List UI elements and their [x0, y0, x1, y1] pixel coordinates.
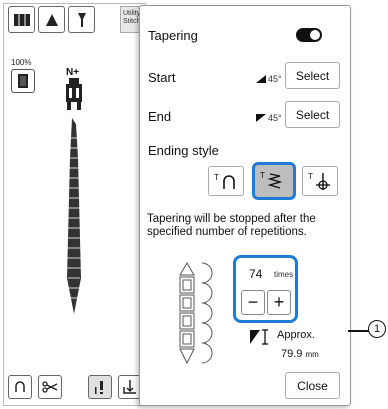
- end-angle: 45°: [256, 113, 282, 123]
- svg-text:T: T: [260, 171, 265, 180]
- start-select-button[interactable]: Select: [285, 62, 340, 89]
- svg-text:T: T: [214, 173, 219, 182]
- reverse-stitch-icon: T: [214, 173, 235, 189]
- ending-style-reverse[interactable]: T: [208, 166, 244, 196]
- approx-label: Approx.: [277, 329, 315, 341]
- ending-style-locking[interactable]: T: [302, 166, 338, 196]
- end-label: End: [148, 109, 172, 124]
- book-icon: [13, 13, 30, 26]
- end-angle-icon: [256, 114, 266, 122]
- locking-stitch-icon: T: [308, 172, 330, 190]
- info-text: Tapering will be stopped after the speci…: [147, 213, 316, 238]
- end-angle-value: 45°: [268, 113, 282, 123]
- tapering-toggle[interactable]: [296, 28, 322, 42]
- decrease-button[interactable]: −: [241, 290, 265, 315]
- needle-position-label: N+: [66, 67, 80, 78]
- needle-stop-button[interactable]: [88, 375, 112, 399]
- reverse-button[interactable]: [8, 375, 32, 399]
- start-angle-value: 45°: [268, 74, 282, 84]
- repeat-count-value: 74: [249, 267, 263, 281]
- ending-style-label: Ending style: [148, 143, 219, 158]
- close-button[interactable]: Close: [285, 372, 340, 399]
- utility-tab-label: Utility Stitch: [123, 10, 141, 25]
- approx-length-value: 79.9: [281, 348, 303, 360]
- zoom-level: 100%: [11, 58, 32, 67]
- loop-arrow-icon: [15, 381, 25, 392]
- start-angle-icon: [256, 75, 266, 83]
- ending-style-repeat[interactable]: T: [252, 162, 296, 200]
- approx-length: 79.9 mm: [281, 348, 319, 360]
- presser-foot-icon: [66, 78, 82, 110]
- repeat-count-unit: times: [274, 270, 294, 279]
- pin-icon: [77, 12, 86, 27]
- start-label: Start: [148, 70, 176, 85]
- callout-line: [348, 330, 370, 332]
- presser-foot-lift-icon: [123, 380, 136, 394]
- increase-button[interactable]: +: [267, 290, 291, 315]
- svg-text:T: T: [308, 172, 313, 181]
- thread-cut-button[interactable]: [38, 375, 62, 399]
- needle-tab[interactable]: [68, 6, 95, 33]
- stitch-block-icon: [18, 74, 28, 88]
- stitch-thumbnail-button[interactable]: [11, 69, 35, 93]
- tapering-dialog: Tapering Start 45° Select End 45° Select…: [139, 5, 351, 406]
- dialog-title: Tapering: [148, 28, 198, 43]
- stitch-chart-tab[interactable]: [8, 6, 35, 33]
- zigzag-repeat-icon: T: [260, 171, 283, 189]
- scissors-icon: [42, 381, 58, 393]
- approx-length-unit: mm: [305, 350, 319, 359]
- start-angle: 45°: [256, 74, 282, 84]
- sewing-machine-screen: Utility Stitch 100% N+ Tapering Start 45…: [0, 0, 388, 409]
- triangle-icon: [45, 13, 58, 26]
- needle-down-icon: [95, 381, 103, 394]
- repeat-counter: 74 times − +: [233, 255, 298, 323]
- end-select-button[interactable]: Select: [285, 101, 340, 128]
- repeat-pattern-preview: [179, 262, 213, 365]
- stitch-preview: [67, 118, 81, 314]
- callout-marker: 1: [368, 320, 386, 338]
- length-measure-icon: [250, 329, 268, 345]
- decorative-stitch-tab[interactable]: [38, 6, 65, 33]
